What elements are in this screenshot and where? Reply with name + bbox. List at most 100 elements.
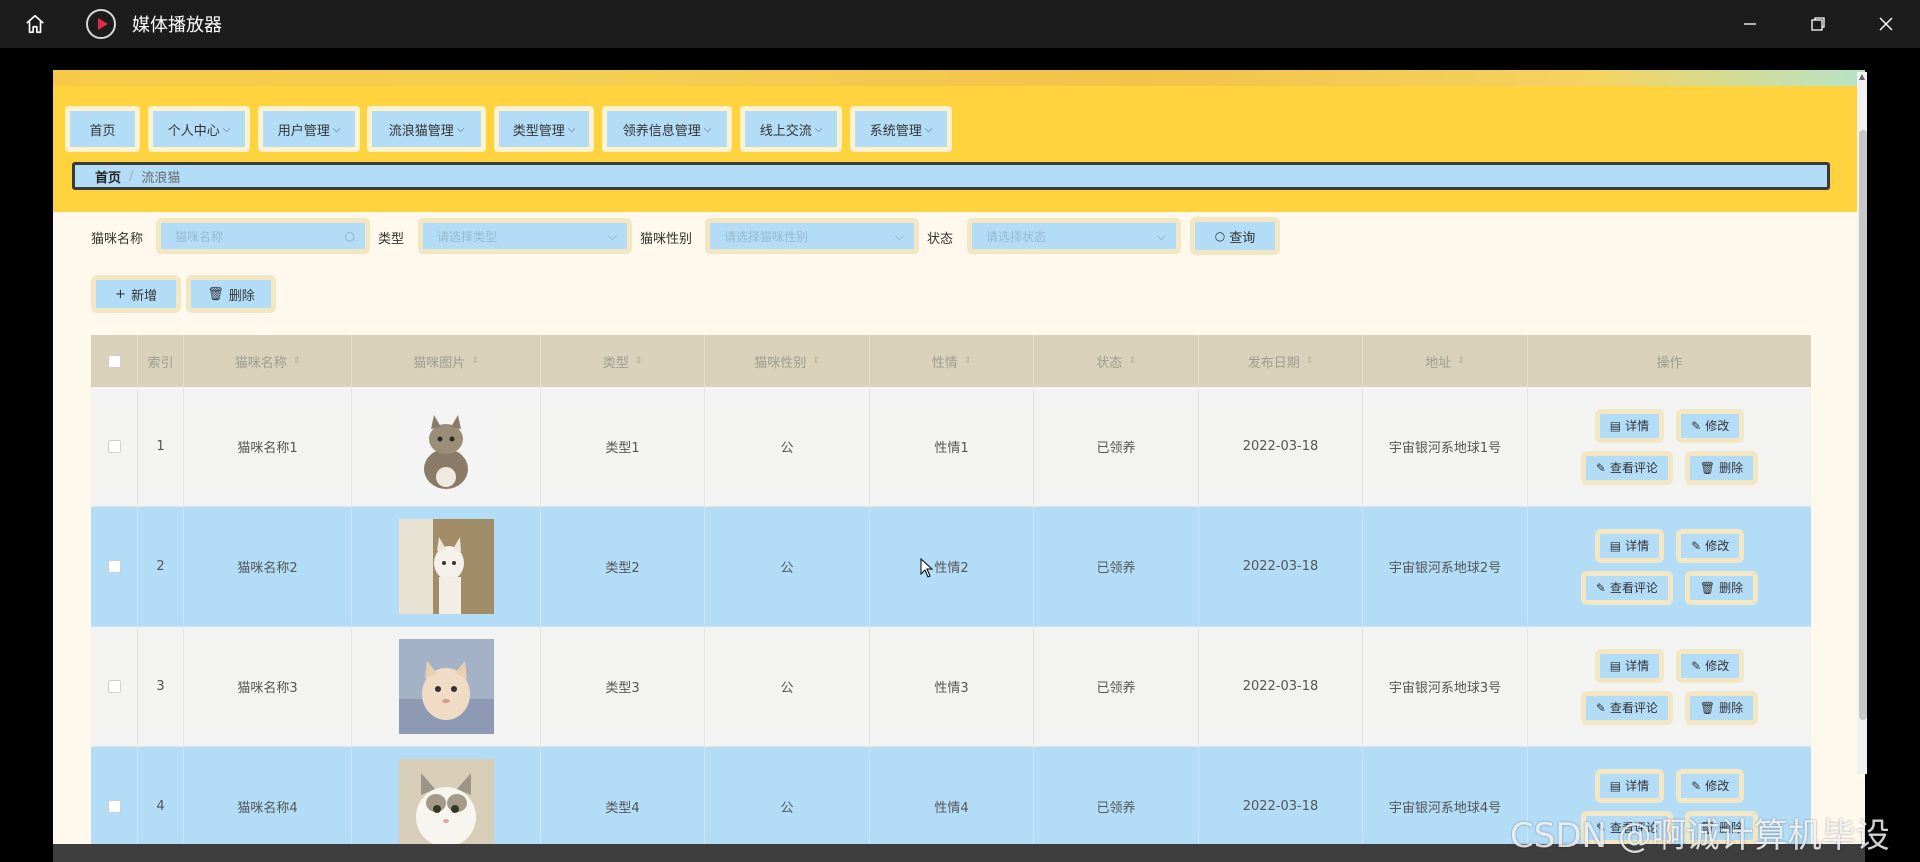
- cell-gender: 公: [705, 747, 870, 844]
- scroll-up-arrow-icon[interactable]: ▲: [1857, 72, 1867, 82]
- cell-index: 1: [138, 387, 184, 507]
- cell-name: 猫咪名称4: [184, 747, 352, 844]
- view-comments-button[interactable]: ✎ 查看评论: [1580, 570, 1673, 605]
- cell-image: [352, 507, 541, 627]
- view-comments-label: 查看评论: [1609, 461, 1658, 475]
- cell-date: 2022-03-18: [1199, 507, 1363, 627]
- sort-icon[interactable]: ⇕: [635, 356, 643, 366]
- delete-button[interactable]: 🗑︎ 删除: [1684, 690, 1759, 725]
- cell-date: 2022-03-18: [1199, 747, 1363, 844]
- web-page: 首页 个人中心 ⌵ 用户管理 ⌵ 流浪猫管理 ⌵ 类型管理 ⌵ 领养信息管理 ⌵ 线上交流…: [53, 70, 1865, 844]
- th-label: 类型: [602, 355, 629, 371]
- row-checkbox[interactable]: [107, 800, 121, 813]
- row-checkbox[interactable]: [107, 440, 121, 453]
- detail-button[interactable]: ▤ 详情: [1594, 768, 1665, 803]
- cat-photo[interactable]: [398, 639, 494, 734]
- edit-button[interactable]: ✎ 修改: [1676, 528, 1745, 563]
- sort-icon[interactable]: ⇕: [471, 356, 479, 366]
- cell-gender: 公: [705, 627, 870, 747]
- cell-temper: 性情4: [870, 747, 1034, 844]
- nav-item-adoption-management[interactable]: 领养信息管理 ⌵: [602, 106, 732, 152]
- nav-item-online-chat[interactable]: 线上交流 ⌵: [740, 106, 842, 152]
- nav-item-stray-cat-management[interactable]: 流浪猫管理 ⌵: [367, 106, 486, 152]
- sort-icon[interactable]: ⇕: [1128, 356, 1136, 366]
- th-date[interactable]: 发布日期 ⇕: [1199, 335, 1363, 387]
- home-icon[interactable]: [0, 0, 70, 48]
- th-status[interactable]: 状态 ⇕: [1034, 335, 1199, 387]
- cell-index: 3: [138, 627, 184, 747]
- nav-item-home[interactable]: 首页: [65, 106, 140, 152]
- view-comments-button[interactable]: ✎ 查看评论: [1580, 450, 1673, 485]
- edit-label: 修改: [1705, 419, 1730, 433]
- gender-select[interactable]: 请选择猫咪性别 ⌵: [705, 218, 919, 254]
- select-all-cell: [91, 335, 138, 387]
- cell-address: 宇宙银河系地球3号: [1363, 627, 1528, 747]
- th-image[interactable]: 猫咪图片 ⇕: [352, 335, 541, 387]
- sort-icon[interactable]: ⇕: [964, 356, 972, 366]
- close-button[interactable]: [1852, 0, 1920, 48]
- th-address[interactable]: 地址 ⇕: [1363, 335, 1528, 387]
- add-button[interactable]: + 新增: [91, 275, 181, 313]
- plus-icon: +: [115, 286, 126, 302]
- query-button[interactable]: ○ 查询: [1190, 217, 1280, 255]
- th-temper[interactable]: 性情 ⇕: [870, 335, 1034, 387]
- status-select[interactable]: 请选择状态 ⌵: [967, 218, 1181, 254]
- breadcrumb-home[interactable]: 首页: [95, 167, 121, 186]
- trash-icon: 🗑︎: [207, 286, 224, 302]
- detail-button[interactable]: ▤ 详情: [1594, 528, 1665, 563]
- nav-label: 个人中心: [167, 123, 220, 139]
- table-row: 3 猫咪名称3 类型3 公 性情3 已领养 2022-03-18 宇宙银河系地球…: [91, 627, 1811, 747]
- gender-placeholder: 请选择猫咪性别: [724, 229, 809, 244]
- cell-actions: ▤ 详情 ✎ 修改 ✎ 查看评论 🗑︎ 删除: [1528, 387, 1811, 507]
- batch-delete-button[interactable]: 🗑︎ 删除: [186, 275, 276, 313]
- cat-name-input[interactable]: 猫咪名称 ○: [156, 218, 370, 254]
- detail-button[interactable]: ▤ 详情: [1594, 408, 1665, 443]
- minimize-button[interactable]: [1716, 0, 1784, 48]
- scrollbar-thumb[interactable]: [1859, 130, 1867, 720]
- gender-label: 猫咪性别: [640, 232, 693, 247]
- cat-photo[interactable]: [398, 759, 494, 844]
- detail-button[interactable]: ▤ 详情: [1594, 648, 1665, 683]
- nav-item-system-management[interactable]: 系统管理 ⌵: [850, 106, 952, 152]
- cell-status: 已领养: [1034, 747, 1199, 844]
- delete-button[interactable]: 🗑︎ 删除: [1684, 570, 1759, 605]
- nav-item-personal-center[interactable]: 个人中心 ⌵: [148, 106, 250, 152]
- th-label: 索引: [147, 355, 174, 371]
- delete-button[interactable]: 🗑︎ 删除: [1684, 450, 1759, 485]
- nav-label: 用户管理: [277, 123, 330, 139]
- row-checkbox[interactable]: [107, 560, 121, 573]
- header-banner: [53, 70, 1865, 86]
- cat-photo[interactable]: [398, 399, 494, 494]
- edit-button[interactable]: ✎ 修改: [1676, 408, 1745, 443]
- select-all-checkbox[interactable]: [107, 354, 121, 368]
- view-comments-label: 查看评论: [1609, 701, 1658, 715]
- view-comments-button[interactable]: ✎ 查看评论: [1580, 690, 1673, 725]
- cell-status: 已领养: [1034, 507, 1199, 627]
- edit-icon: ✎: [1691, 658, 1702, 673]
- row-checkbox[interactable]: [107, 680, 121, 693]
- th-type[interactable]: 类型 ⇕: [541, 335, 705, 387]
- chevron-down-icon: ⌵: [332, 123, 341, 135]
- trash-icon: 🗑︎: [1699, 460, 1716, 475]
- nav-item-user-management[interactable]: 用户管理 ⌵: [258, 106, 360, 152]
- th-name[interactable]: 猫咪名称 ⇕: [184, 335, 352, 387]
- sort-icon[interactable]: ⇕: [293, 356, 301, 366]
- cell-image: [352, 747, 541, 844]
- cat-photo[interactable]: [398, 519, 494, 614]
- cat-name-placeholder: 猫咪名称: [175, 229, 224, 244]
- nav-item-type-management[interactable]: 类型管理 ⌵: [494, 106, 594, 152]
- type-select[interactable]: 请选择类型 ⌵: [418, 218, 632, 254]
- detail-label: 详情: [1625, 779, 1650, 793]
- sort-icon[interactable]: ⇕: [812, 356, 820, 366]
- sort-icon[interactable]: ⇕: [1457, 356, 1465, 366]
- document-icon: ▤: [1609, 538, 1622, 553]
- edit-button[interactable]: ✎ 修改: [1676, 768, 1745, 803]
- cell-index: 2: [138, 507, 184, 627]
- edit-label: 修改: [1705, 659, 1730, 673]
- sort-icon[interactable]: ⇕: [1306, 356, 1314, 366]
- th-gender[interactable]: 猫咪性别 ⇕: [705, 335, 870, 387]
- cell-type: 类型1: [541, 387, 705, 507]
- edit-button[interactable]: ✎ 修改: [1676, 648, 1745, 683]
- restore-button[interactable]: [1784, 0, 1852, 48]
- cell-actions: ▤ 详情 ✎ 修改 ✎ 查看评论 🗑︎ 删除: [1528, 507, 1811, 627]
